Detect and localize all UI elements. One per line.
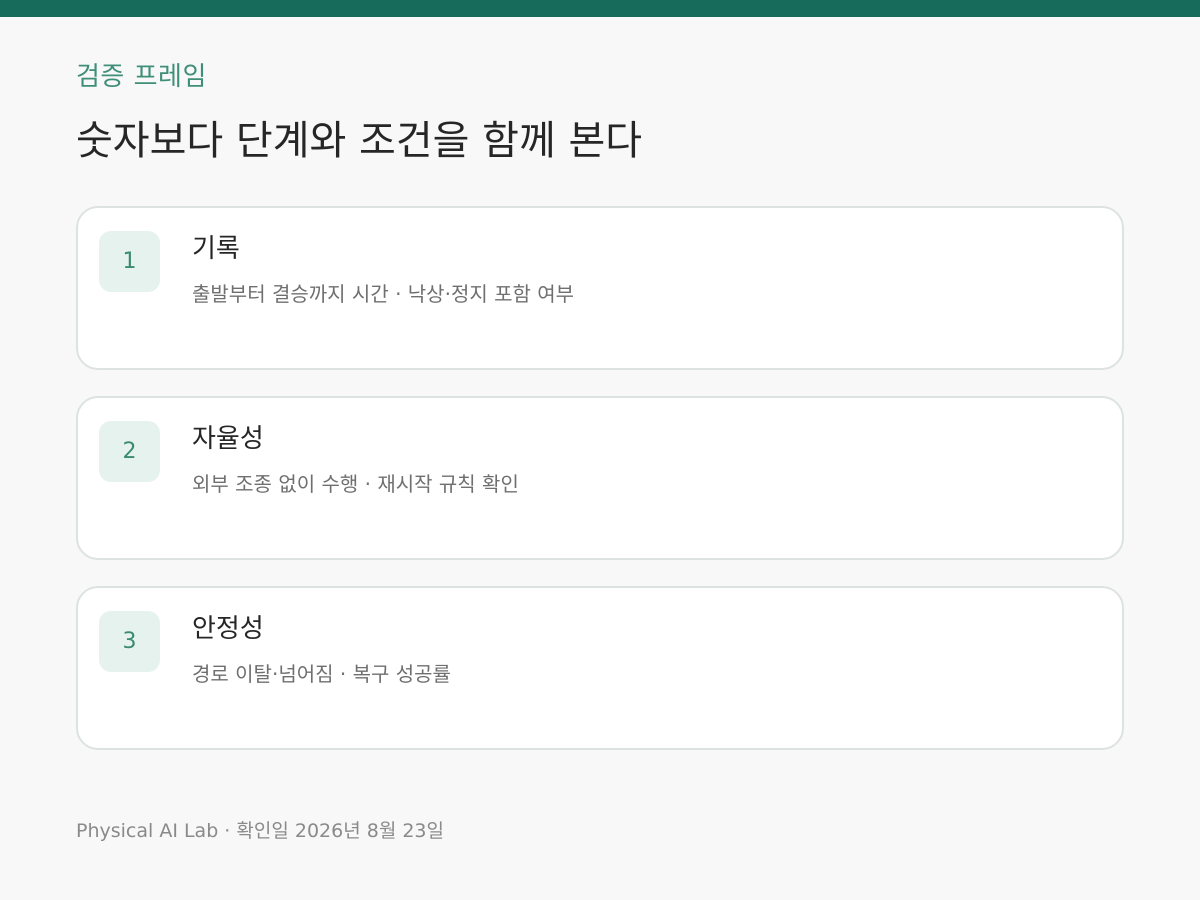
- page-title: 숫자보다 단계와 조건을 함께 본다: [76, 118, 643, 164]
- card-title: 기록: [192, 234, 240, 264]
- step-number-badge: 3: [99, 611, 160, 672]
- card-description: 외부 조종 없이 수행 · 재시작 규칙 확인: [192, 472, 519, 496]
- step-number-badge: 2: [99, 421, 160, 482]
- card-description: 출발부터 결승까지 시간 · 낙상·정지 포함 여부: [192, 282, 575, 306]
- criteria-card-record: 1 기록 출발부터 결승까지 시간 · 낙상·정지 포함 여부: [76, 206, 1124, 370]
- eyebrow-label: 검증 프레임: [76, 62, 207, 92]
- top-accent-bar: [0, 0, 1200, 17]
- step-number-badge: 1: [99, 231, 160, 292]
- criteria-card-autonomy: 2 자율성 외부 조종 없이 수행 · 재시작 규칙 확인: [76, 396, 1124, 560]
- card-title: 안정성: [192, 614, 264, 644]
- card-title: 자율성: [192, 424, 264, 454]
- criteria-card-stability: 3 안정성 경로 이탈·넘어짐 · 복구 성공률: [76, 586, 1124, 750]
- card-description: 경로 이탈·넘어짐 · 복구 성공률: [192, 662, 451, 686]
- criteria-list: 1 기록 출발부터 결승까지 시간 · 낙상·정지 포함 여부 2 자율성 외부…: [76, 206, 1124, 776]
- footer-source-note: Physical AI Lab · 확인일 2026년 8월 23일: [76, 820, 444, 842]
